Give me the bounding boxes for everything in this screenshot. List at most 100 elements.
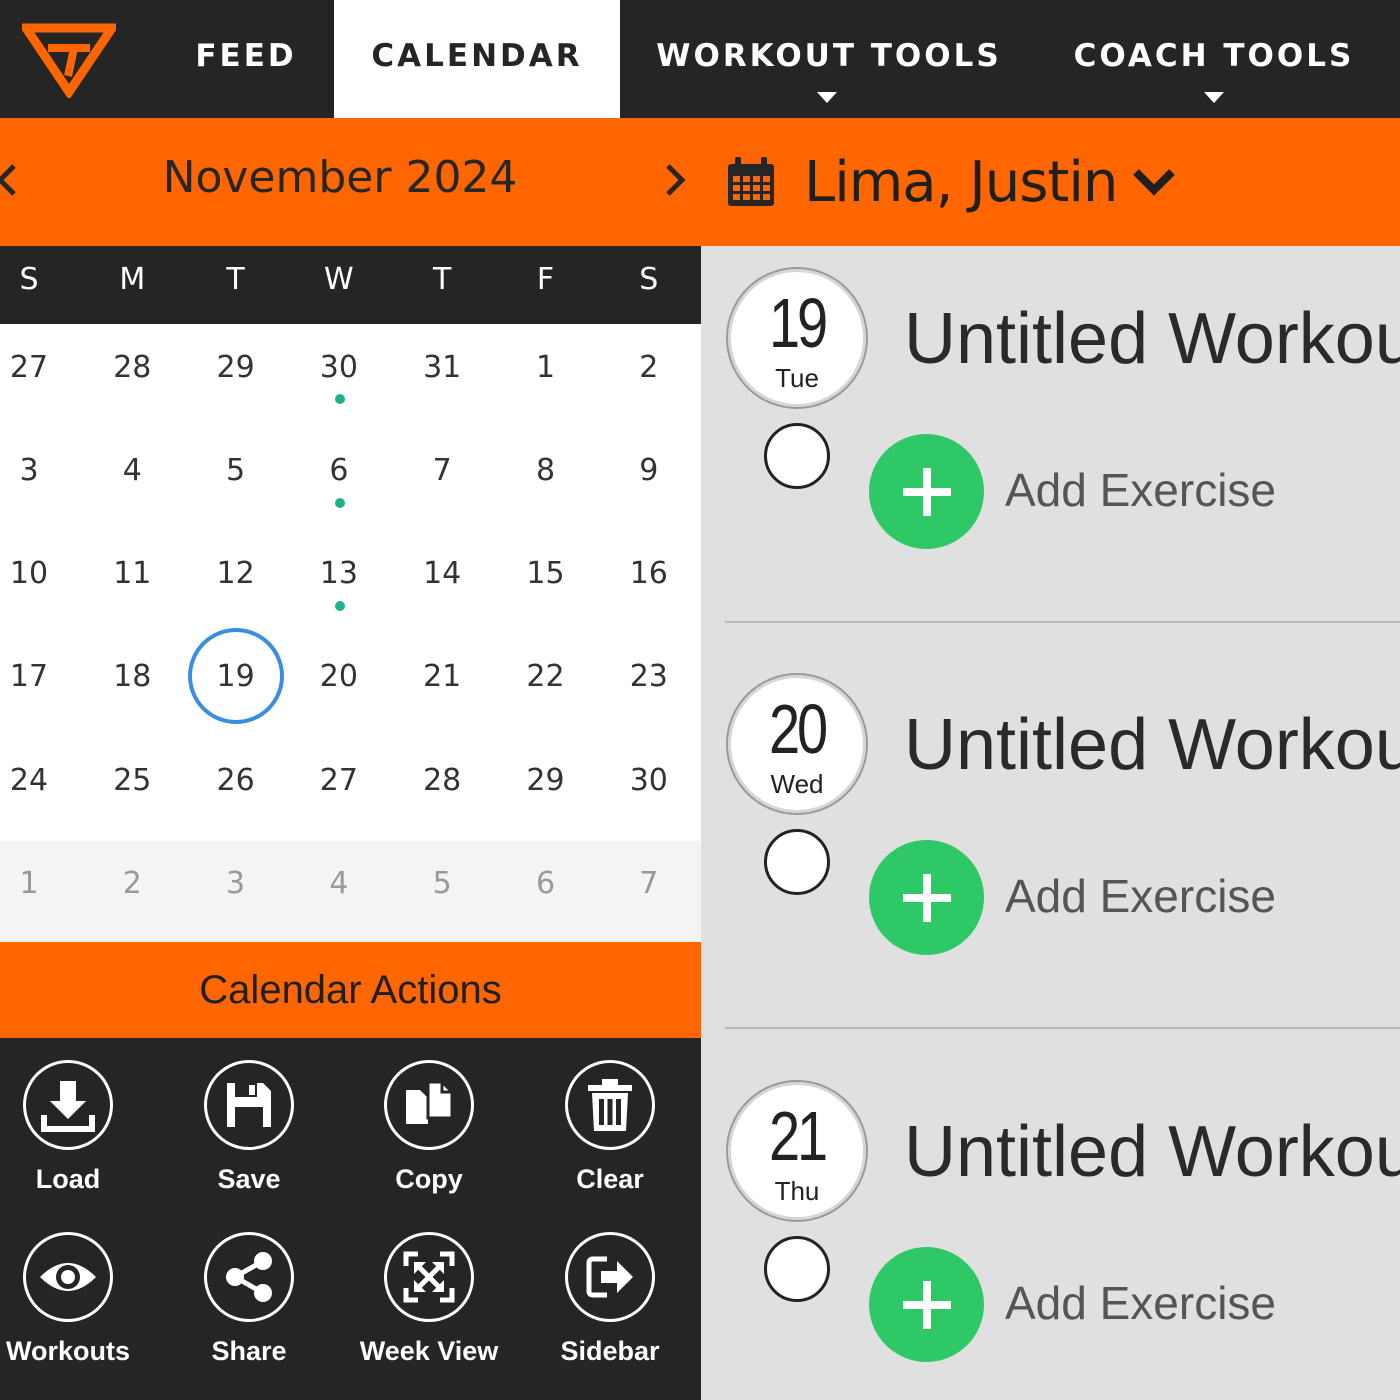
save-button[interactable]: Save bbox=[159, 1060, 339, 1210]
day-badge: 19 Tue bbox=[726, 267, 868, 409]
calendar-day[interactable]: 11 bbox=[82, 523, 182, 623]
top-nav: FEED CALENDAR WORKOUT TOOLS COACH TOOLS bbox=[0, 0, 1400, 118]
weekday-label: Wed bbox=[770, 769, 824, 799]
calendar-day-next-month[interactable]: 7 bbox=[599, 833, 699, 933]
calendar-day[interactable]: 29 bbox=[496, 730, 596, 830]
calendar-day[interactable]: 8 bbox=[496, 420, 596, 520]
weekday-label: M bbox=[119, 262, 146, 297]
chevron-down-icon bbox=[1204, 92, 1224, 103]
calendar-day[interactable]: 17 bbox=[0, 626, 79, 726]
week-view-button[interactable]: Week View bbox=[339, 1232, 519, 1382]
workout-title[interactable]: Untitled Workout bbox=[904, 704, 1400, 786]
calendar-day[interactable]: 30 bbox=[599, 730, 699, 830]
day-number: 19 bbox=[769, 284, 828, 362]
weekday-label: S bbox=[639, 262, 659, 297]
share-ring bbox=[204, 1232, 294, 1322]
brand-logo-icon[interactable] bbox=[22, 18, 116, 98]
trash-icon bbox=[588, 1079, 632, 1131]
calendar-day-next-month[interactable]: 2 bbox=[82, 833, 182, 933]
weekday-label: T bbox=[226, 262, 245, 297]
calendar-day[interactable]: 4 bbox=[82, 420, 182, 520]
calendar-day[interactable]: 27 bbox=[0, 317, 79, 417]
calendar-day-next-month[interactable]: 1 bbox=[0, 833, 79, 933]
calendar-day[interactable]: 2 bbox=[599, 317, 699, 417]
workout-indicator-dot bbox=[335, 601, 345, 611]
calendar-day[interactable]: 18 bbox=[82, 626, 182, 726]
copy-icon bbox=[406, 1080, 454, 1124]
action-label: Load bbox=[35, 1164, 101, 1194]
tab-calendar[interactable]: CALENDAR bbox=[334, 0, 620, 118]
weekday-label: S bbox=[19, 262, 39, 297]
calendar-day[interactable]: 14 bbox=[392, 523, 492, 623]
calendar-actions-panel: Load Save Copy Clear Workouts Share Week… bbox=[0, 1038, 701, 1400]
add-exercise-label[interactable]: Add Exercise bbox=[1005, 869, 1276, 923]
athlete-selector[interactable]: Lima, Justin bbox=[804, 150, 1118, 215]
action-label: Copy bbox=[395, 1164, 463, 1194]
load-ring bbox=[23, 1060, 113, 1150]
calendar-day[interactable]: 31 bbox=[392, 317, 492, 417]
calendar-day-next-month[interactable]: 4 bbox=[289, 833, 389, 933]
clear-ring bbox=[565, 1060, 655, 1150]
chevron-down-icon[interactable] bbox=[1130, 164, 1178, 200]
action-label: Share bbox=[211, 1336, 287, 1366]
month-title: November 2024 bbox=[162, 152, 518, 203]
calendar-day[interactable]: 5 bbox=[186, 420, 286, 520]
calendar-day[interactable]: 26 bbox=[186, 730, 286, 830]
add-exercise-label[interactable]: Add Exercise bbox=[1005, 463, 1276, 517]
calendar-day[interactable]: 27 bbox=[289, 730, 389, 830]
calendar-day[interactable]: 16 bbox=[599, 523, 699, 623]
workout-title[interactable]: Untitled Workout bbox=[904, 1111, 1400, 1193]
calendar-day[interactable]: 7 bbox=[392, 420, 492, 520]
prev-month-button[interactable] bbox=[0, 150, 26, 210]
workout-title[interactable]: Untitled Workout bbox=[904, 298, 1400, 380]
calendar-day-next-month[interactable]: 6 bbox=[496, 833, 596, 933]
calendar-day[interactable]: 9 bbox=[599, 420, 699, 520]
copy-button[interactable]: Copy bbox=[339, 1060, 519, 1210]
action-label: Week View bbox=[359, 1336, 499, 1366]
add-exercise-label[interactable]: Add Exercise bbox=[1005, 1276, 1276, 1330]
workout-complete-checkbox[interactable] bbox=[764, 1236, 830, 1302]
calendar-day[interactable]: 21 bbox=[392, 626, 492, 726]
chevron-down-icon bbox=[817, 92, 837, 103]
calendar-day[interactable]: 1 bbox=[496, 317, 596, 417]
workout-complete-checkbox[interactable] bbox=[764, 829, 830, 895]
calendar-day[interactable]: 23 bbox=[599, 626, 699, 726]
share-icon bbox=[226, 1252, 272, 1302]
day-number: 20 bbox=[769, 690, 828, 768]
calendar-actions-title: Calendar Actions bbox=[0, 942, 701, 1038]
calendar-day[interactable]: 15 bbox=[496, 523, 596, 623]
load-button[interactable]: Load bbox=[0, 1060, 158, 1210]
calendar-day[interactable]: 12 bbox=[186, 523, 286, 623]
calendar-day[interactable]: 24 bbox=[0, 730, 79, 830]
sidebar-button[interactable]: Sidebar bbox=[520, 1232, 700, 1382]
calendar-day[interactable]: 22 bbox=[496, 626, 596, 726]
download-icon bbox=[41, 1081, 95, 1132]
tab-feed[interactable]: FEED bbox=[176, 0, 316, 118]
calendar-day[interactable]: 3 bbox=[0, 420, 79, 520]
add-exercise-button[interactable] bbox=[869, 840, 984, 955]
calendar-day[interactable]: 20 bbox=[289, 626, 389, 726]
calendar-day[interactable]: 29 bbox=[186, 317, 286, 417]
add-exercise-button[interactable] bbox=[869, 1247, 984, 1362]
day-number: 21 bbox=[769, 1097, 828, 1175]
calendar-day[interactable]: 25 bbox=[82, 730, 182, 830]
workouts-button[interactable]: Workouts bbox=[0, 1232, 158, 1382]
next-month-button[interactable] bbox=[656, 150, 696, 210]
share-button[interactable]: Share bbox=[159, 1232, 339, 1382]
save-ring bbox=[204, 1060, 294, 1150]
calendar-day[interactable]: 19 bbox=[186, 626, 286, 726]
calendar-day[interactable]: 28 bbox=[82, 317, 182, 417]
chevron-right-icon bbox=[666, 164, 686, 196]
calendar-day[interactable]: 10 bbox=[0, 523, 79, 623]
add-exercise-button[interactable] bbox=[869, 434, 984, 549]
floppy-disk-icon bbox=[227, 1083, 271, 1127]
workout-complete-checkbox[interactable] bbox=[764, 423, 830, 489]
workout-indicator-dot bbox=[335, 394, 345, 404]
calendar-day-next-month[interactable]: 5 bbox=[392, 833, 492, 933]
calendar-day[interactable]: 28 bbox=[392, 730, 492, 830]
action-label: Workouts bbox=[5, 1336, 130, 1366]
calendar-day-next-month[interactable]: 3 bbox=[186, 833, 286, 933]
eye-icon bbox=[40, 1263, 96, 1291]
clear-button[interactable]: Clear bbox=[520, 1060, 700, 1210]
chevron-left-icon bbox=[0, 164, 16, 196]
